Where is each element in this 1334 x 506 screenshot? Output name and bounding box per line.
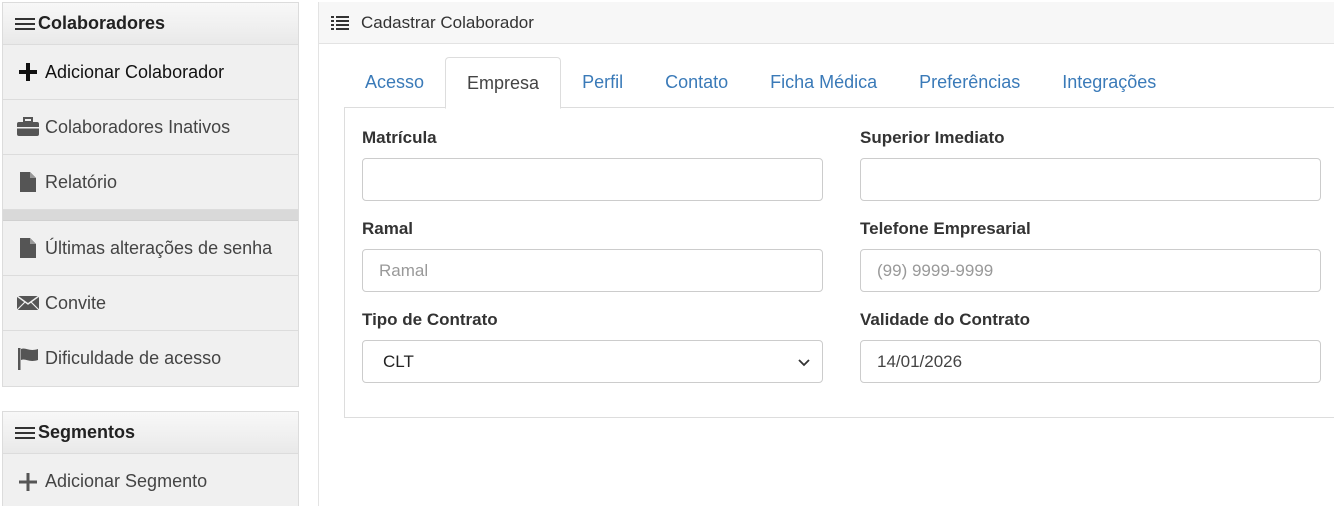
superior-imediato-label: Superior Imediato [860,128,1005,147]
tab-acesso[interactable]: Acesso [344,57,445,108]
tab-preferencias[interactable]: Preferências [898,57,1041,108]
document-icon [15,236,41,260]
separator [3,210,298,221]
segmentos-panel: Segmentos Adicionar Segmento [2,411,299,506]
superior-field-group: Superior Imediato [860,128,1321,201]
tab-perfil[interactable]: Perfil [561,57,644,108]
briefcase-icon [15,115,41,139]
tipo-contrato-label: Tipo de Contrato [362,310,498,329]
telefone-field-group: Telefone Empresarial (99) 9999-9999 [860,219,1321,292]
colaboradores-inativos-link[interactable]: Colaboradores Inativos [3,100,298,155]
empresa-form: Matrícula Superior Imediato Ramal Ramal … [344,108,1334,418]
add-colaborador-link[interactable]: Adicionar Colaborador [3,45,298,100]
convite-link[interactable]: Convite [3,276,298,331]
ramal-input[interactable]: Ramal [362,249,823,292]
panel-title: Segmentos [38,422,136,442]
validade-label: Validade do Contrato [860,310,1031,329]
matricula-input[interactable] [362,158,823,201]
tipo-contrato-select[interactable]: CLT [362,340,823,383]
segmentos-panel-header: Segmentos [3,412,298,454]
nav-item-label: Adicionar Colaborador [45,61,225,82]
ramal-label: Ramal [362,219,414,238]
tab-contato[interactable]: Contato [644,57,749,108]
relatorio-link[interactable]: Relatório [3,155,298,210]
dificuldade-acesso-link[interactable]: Dificuldade de acesso [3,331,298,386]
document-icon [15,170,41,194]
tab-ficha-medica[interactable]: Ficha Médica [749,57,898,108]
ultimas-alteracoes-link[interactable]: Últimas alterações de senha [3,221,298,276]
list-icon [331,15,349,30]
matricula-label: Matrícula [362,128,437,147]
tipo-contrato-value: CLT [383,351,414,371]
tab-integracoes[interactable]: Integrações [1041,57,1177,108]
colaboradores-panel: Colaboradores Adicionar Colaborador Cola… [2,2,299,387]
chevron-down-icon [798,352,810,372]
sidebar: Colaboradores Adicionar Colaborador Cola… [2,2,299,506]
main-panel: Cadastrar Colaborador Acesso Empresa Per… [318,2,1334,506]
validade-field-group: Validade do Contrato 14/01/2026 [860,310,1321,383]
page-title: Cadastrar Colaborador [361,12,534,32]
menu-icon [15,17,35,31]
colaboradores-panel-header: Colaboradores [3,3,298,45]
nav-item-label: Convite [45,292,107,313]
panel-title: Colaboradores [38,13,166,33]
validade-input[interactable]: 14/01/2026 [860,340,1321,383]
nav-item-label: Dificuldade de acesso [45,348,222,368]
tipo-contrato-field-group: Tipo de Contrato CLT [362,310,823,383]
ramal-field-group: Ramal Ramal [362,219,823,292]
plus-icon [15,60,41,84]
nav-item-label: Últimas alterações de senha [45,237,273,258]
nav-item-label: Colaboradores Inativos [45,116,231,137]
superior-imediato-input[interactable] [860,158,1321,201]
plus-icon [15,470,41,494]
flag-icon [15,347,41,371]
nav-item-label: Relatório [45,171,118,192]
add-segmento-link[interactable]: Adicionar Segmento [3,454,298,506]
menu-icon [15,426,35,440]
nav-item-label: Adicionar Segmento [45,471,208,491]
telefone-label: Telefone Empresarial [860,219,1031,238]
tab-bar: Acesso Empresa Perfil Contato Ficha Médi… [344,57,1334,109]
matricula-field-group: Matrícula [362,128,823,201]
tab-empresa[interactable]: Empresa [445,57,562,109]
envelope-icon [15,291,41,315]
telefone-input[interactable]: (99) 9999-9999 [860,249,1321,292]
main-panel-header: Cadastrar Colaborador [319,2,1334,44]
